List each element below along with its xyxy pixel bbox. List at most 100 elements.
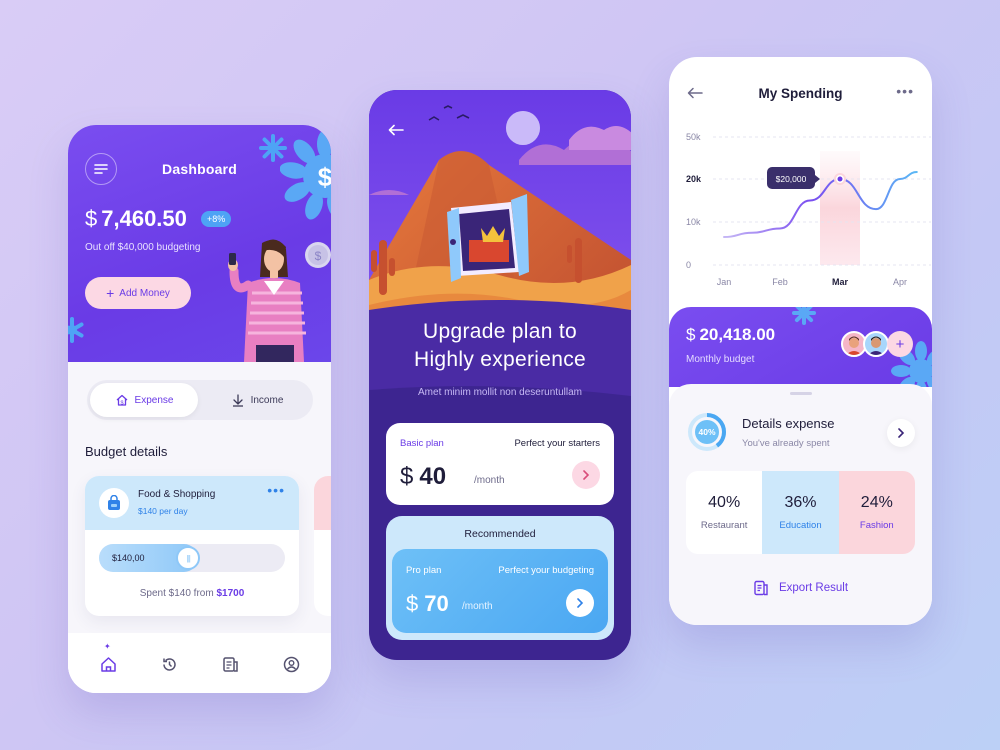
slider-value: $140,00 [112, 553, 145, 563]
nav-report[interactable] [221, 655, 239, 673]
upgrade-subtitle: Amet minim mollit non deseruntullam [418, 387, 582, 398]
vault-door-illustration [447, 194, 529, 282]
pro-plan-select-button[interactable] [566, 589, 594, 617]
stat-category: Education [779, 520, 822, 531]
data-point-dot [837, 176, 843, 182]
next-budget-card-peek[interactable] [314, 476, 331, 616]
stat-fashion[interactable]: 24% Fashion [838, 471, 915, 554]
more-options-icon[interactable]: ••• [267, 482, 285, 498]
progress-ring-label: 40% [698, 427, 716, 437]
sheet-grab-handle[interactable] [790, 392, 812, 395]
basic-plan-label: Basic plan [400, 438, 444, 449]
spent-prefix: Spent $140 from [139, 588, 214, 599]
shopping-bag-icon [108, 495, 120, 510]
add-member-button[interactable]: + [887, 331, 913, 357]
flower-decoration-left [68, 317, 84, 343]
coin-icon: $ [305, 242, 331, 268]
spending-line-chart: 50k 20k 10k 0 Jan Feb Mar Apr $20,000 [686, 132, 931, 287]
spent-summary: Spent $140 from $1700 [85, 588, 299, 599]
x-tick-label: Jan [717, 277, 732, 287]
budget-card[interactable]: Food & Shopping $140 per day ••• $140,00… [85, 476, 299, 616]
active-indicator: ✦ [104, 642, 111, 651]
expense-house-icon: $ [116, 394, 127, 407]
category-rate: $140 per day [138, 506, 188, 516]
dashboard-header: $ Dashboard $7,460.50 +8% Out off $40,00… [68, 125, 331, 362]
basic-plan-select-button[interactable] [572, 461, 600, 489]
avatar[interactable] [863, 331, 889, 357]
budget-note: Out off $40,000 budgeting [85, 242, 201, 253]
budget-value: 20,418.00 [699, 325, 776, 344]
currency-symbol: $ [85, 206, 98, 231]
currency-symbol: $ [406, 591, 419, 616]
history-icon [162, 657, 176, 671]
chevron-right-icon [583, 470, 590, 480]
recommended-section: Recommended Pro plan Perfect your budget… [386, 516, 614, 640]
price-value: 70 [424, 591, 449, 616]
stat-percent: 36% [784, 494, 817, 511]
category-breakdown: 40% Restaurant 36% Education 24% Fashion [686, 471, 915, 554]
page-title: My Spending [758, 86, 843, 101]
stat-category: Restaurant [700, 520, 748, 531]
x-tick-label: Apr [893, 277, 907, 287]
pro-plan-period: /month [462, 601, 493, 612]
tooltip-label: $20,000 [776, 174, 807, 184]
stat-education[interactable]: 36% Education [762, 471, 839, 554]
slider-handle[interactable]: ||| [176, 546, 201, 570]
expense-income-toggle: $ Expense Income [87, 380, 313, 420]
pro-plan-price: $70 [406, 591, 449, 617]
budget-label: Monthly budget [686, 354, 755, 365]
y-tick-label: 20k [686, 174, 702, 184]
y-tick-label: 50k [686, 132, 701, 142]
add-money-button[interactable]: + Add Money [85, 277, 191, 309]
budget-slider[interactable]: $140,00 ||| [99, 544, 285, 572]
arrow-left-icon [388, 124, 404, 136]
currency-symbol: $ [686, 325, 696, 344]
balance-amount: $7,460.50 [85, 206, 187, 232]
y-tick-label: 0 [686, 260, 691, 270]
upgrade-plan-screen: Upgrade plan to Highly experience Amet m… [369, 90, 631, 660]
details-open-button[interactable] [887, 419, 915, 447]
tab-expense[interactable]: $ Expense [90, 383, 198, 417]
nav-home[interactable] [99, 655, 117, 673]
more-options-icon[interactable]: ••• [896, 83, 914, 99]
basic-plan-description: Perfect your starters [514, 438, 600, 449]
svg-text:$: $ [315, 249, 322, 263]
svg-text:$: $ [120, 401, 123, 407]
plus-icon: + [106, 285, 115, 301]
stat-restaurant[interactable]: 40% Restaurant [686, 471, 763, 554]
price-value: 40 [419, 463, 447, 490]
tab-expense-label: Expense [134, 394, 174, 406]
highlight-column [820, 151, 860, 265]
person-avatar-icon [868, 336, 884, 355]
x-tick-label: Feb [772, 277, 788, 287]
document-export-icon [754, 580, 768, 596]
nav-history[interactable] [160, 655, 178, 673]
basic-plan-card[interactable]: Basic plan Perfect your starters $40 /mo… [386, 423, 614, 505]
export-result-label: Export Result [778, 582, 849, 594]
growth-badge: +8% [201, 211, 232, 227]
headline-line-2: Highly experience [413, 348, 587, 371]
monthly-budget-panel: $20,418.00 Monthly budget + [669, 307, 932, 387]
stat-percent: 24% [860, 494, 893, 511]
stat-category: Fashion [859, 520, 894, 531]
back-button[interactable] [386, 122, 406, 138]
export-result-button[interactable]: Export Result [669, 580, 932, 596]
y-tick-label: 10k [686, 217, 701, 227]
spent-total: $1700 [216, 588, 245, 599]
pro-plan-description: Perfect your budgeting [498, 565, 594, 576]
nav-profile[interactable] [282, 655, 300, 673]
bottom-navigation: ✦ [68, 633, 331, 693]
details-subtitle: You've already spent [742, 438, 830, 449]
headline-line-1: Upgrade plan to [423, 320, 577, 343]
tab-income-label: Income [250, 394, 284, 406]
recommended-label: Recommended [464, 528, 536, 540]
details-title: Details expense [742, 416, 835, 431]
tab-income[interactable]: Income [205, 383, 309, 417]
x-tick-label: Mar [832, 277, 849, 287]
profile-icon [283, 656, 299, 672]
basic-plan-period: /month [474, 475, 505, 486]
pro-plan-card[interactable]: Pro plan Perfect your budgeting $70 /mon… [392, 549, 608, 633]
person-avatar-icon [846, 336, 862, 355]
pro-plan-label: Pro plan [406, 565, 442, 576]
flower-decoration [792, 307, 816, 325]
